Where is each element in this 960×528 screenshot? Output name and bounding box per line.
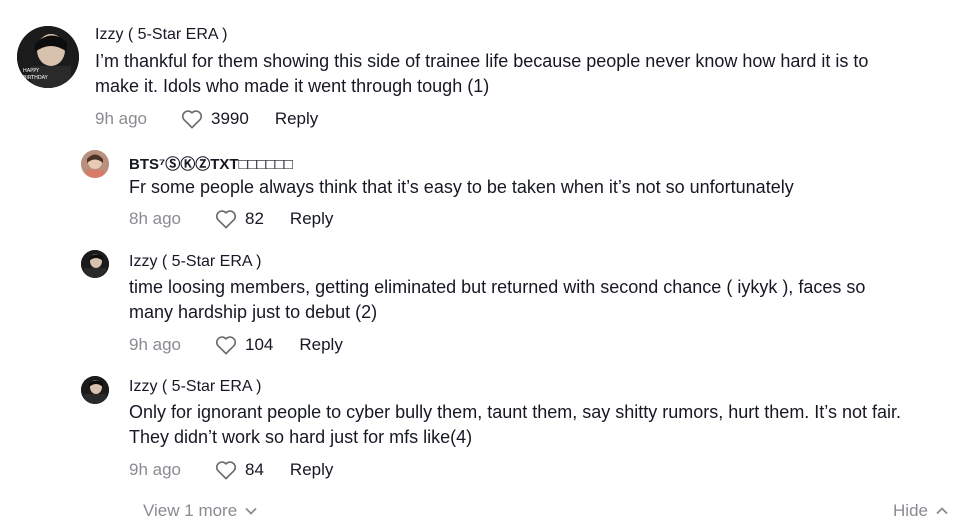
hide-label: Hide <box>893 501 928 520</box>
comment-username[interactable]: Izzy ( 5-Star ERA ) <box>129 378 261 396</box>
heart-outline-icon <box>215 461 237 480</box>
chevron-up-icon <box>936 507 948 515</box>
view-more-replies-button[interactable]: View 1 more <box>143 501 257 521</box>
comment-time: 9h ago <box>95 109 147 128</box>
svg-text:BIRTHDAY: BIRTHDAY <box>23 75 49 81</box>
view-more-label: View 1 more <box>143 501 238 520</box>
like-button[interactable]: 3990 <box>181 109 249 129</box>
like-count: 3990 <box>211 109 249 128</box>
comment-text: I’m thankful for them showing this side … <box>95 51 869 96</box>
like-count: 104 <box>245 335 274 354</box>
reply-button[interactable]: Reply <box>290 460 333 480</box>
comment-time: 9h ago <box>129 460 181 479</box>
reply-button[interactable]: Reply <box>290 209 333 229</box>
comment-username[interactable]: Izzy ( 5-Star ERA ) <box>95 26 227 44</box>
comment-meta: 9h ago 3990 Reply <box>95 109 318 129</box>
avatar[interactable] <box>81 150 109 178</box>
comment-text: Fr some people always think that it’s ea… <box>129 177 794 197</box>
comment-time: 8h ago <box>129 209 181 228</box>
hide-replies-button[interactable]: Hide <box>893 501 948 521</box>
comment-meta: 9h ago 104 Reply <box>129 335 343 355</box>
heart-outline-icon <box>181 110 203 129</box>
reply-button[interactable]: Reply <box>299 335 342 355</box>
like-button[interactable]: 84 <box>215 460 264 480</box>
comment-meta: 8h ago 82 Reply <box>129 209 333 229</box>
reply-button[interactable]: Reply <box>275 109 318 129</box>
heart-outline-icon <box>215 210 237 229</box>
avatar[interactable] <box>81 250 109 278</box>
svg-text:HAPPY: HAPPY <box>23 68 40 74</box>
avatar[interactable] <box>81 376 109 404</box>
like-button[interactable]: 82 <box>215 209 264 229</box>
comment-username[interactable]: Izzy ( 5-Star ERA ) <box>129 253 261 271</box>
heart-outline-icon <box>215 336 237 355</box>
avatar[interactable]: HAPPY BIRTHDAY <box>17 26 79 88</box>
comment-meta: 9h ago 84 Reply <box>129 460 333 480</box>
comment-text: time loosing members, getting eliminated… <box>129 277 866 322</box>
chevron-down-icon <box>245 507 257 515</box>
username-unsupported-glyphs: □□□□□□ <box>238 156 293 173</box>
comment-username[interactable]: BTS⁷ⓈⓀⓏTXT□□□□□□ <box>129 153 293 174</box>
like-count: 84 <box>245 460 264 479</box>
username-text: BTS⁷ⓈⓀⓏTXT <box>129 156 239 173</box>
like-button[interactable]: 104 <box>215 335 273 355</box>
like-count: 82 <box>245 209 264 228</box>
comment-text: Only for ignorant people to cyber bully … <box>129 402 902 447</box>
comment-time: 9h ago <box>129 335 181 354</box>
